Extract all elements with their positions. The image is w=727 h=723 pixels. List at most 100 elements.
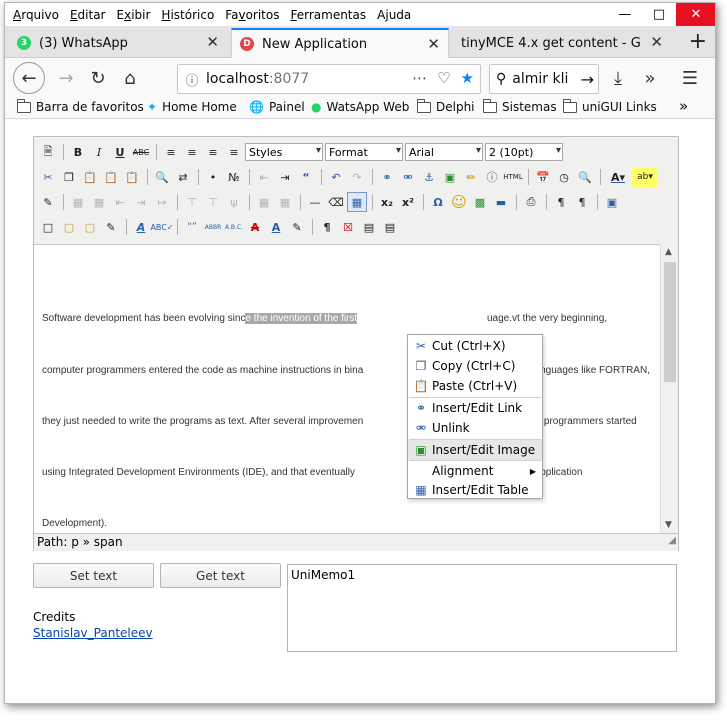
reload-icon[interactable]: ↻ <box>83 63 113 93</box>
html-source-icon[interactable]: HTML <box>503 167 523 187</box>
close-tab-icon[interactable]: ✕ <box>650 33 663 51</box>
insert-layer-icon[interactable]: □ <box>38 217 58 237</box>
remove-format-icon[interactable]: ⌫ <box>326 192 346 212</box>
nonbreaking-icon[interactable]: ☒ <box>338 217 358 237</box>
print-icon[interactable]: ⎙ <box>521 192 541 212</box>
insert-col-after-icon[interactable]: ⊤ <box>203 192 223 212</box>
insert-row-before-icon[interactable]: ⇤ <box>110 192 130 212</box>
overflow-chevron-icon[interactable]: » <box>635 63 665 93</box>
insert-col-before-icon[interactable]: ⊤ <box>182 192 202 212</box>
menu-ferramentas[interactable]: Ferramentas <box>290 8 366 22</box>
outdent-icon[interactable]: ⇤ <box>254 167 274 187</box>
forward-arrow-icon[interactable]: → <box>51 63 81 93</box>
bullet-list-icon[interactable]: • <box>203 167 223 187</box>
context-insert-link[interactable]: ⚭ Insert/Edit Link <box>408 398 542 418</box>
menu-editar[interactable]: Editar <box>70 8 106 22</box>
info-icon[interactable]: ⓘ <box>178 70 206 89</box>
url-bar[interactable]: ⓘ localhost:8077 ⋯ ♡ ★ <box>177 64 481 94</box>
insert-time-icon[interactable]: ◷ <box>554 167 574 187</box>
blockquote-icon[interactable]: “ <box>296 167 316 187</box>
preview-icon[interactable]: 🔍 <box>575 167 595 187</box>
context-paste[interactable]: 📋 Paste (Ctrl+V) <box>408 376 542 396</box>
scroll-up-icon[interactable]: ▲ <box>665 247 672 257</box>
bookmark-delphi[interactable]: Delphi <box>417 98 475 114</box>
delete-col-icon[interactable]: ψ <box>224 192 244 212</box>
link-icon[interactable]: ⚭ <box>377 167 397 187</box>
cut-icon[interactable]: ✂ <box>38 167 58 187</box>
context-cut[interactable]: ✂ Cut (Ctrl+X) <box>408 336 542 356</box>
paste-word-icon[interactable]: 📋 <box>122 167 142 187</box>
close-tab-icon[interactable]: ✕ <box>206 33 219 51</box>
align-left-icon[interactable]: ≡ <box>161 142 181 162</box>
pocket-icon[interactable]: ♡ <box>437 69 450 87</box>
visual-chars-icon[interactable]: ¶ <box>317 217 337 237</box>
search-bar[interactable]: ⚲ almir kli → <box>489 64 599 94</box>
resize-handle-icon[interactable]: ◢ <box>668 532 676 549</box>
hamburger-menu-icon[interactable]: ☰ <box>675 63 705 93</box>
scroll-down-icon[interactable]: ▼ <box>665 520 672 530</box>
minimize-icon[interactable]: — <box>609 3 641 26</box>
editor-scrollbar[interactable]: ▲ ▼ <box>660 244 678 533</box>
split-cells-icon[interactable]: ▦ <box>254 192 274 212</box>
align-right-icon[interactable]: ≡ <box>203 142 223 162</box>
emoticon-icon[interactable]: ☺ <box>449 192 469 212</box>
context-insert-table[interactable]: ▦ Insert/Edit Table <box>408 480 542 500</box>
paste-icon[interactable]: 📋 <box>80 167 100 187</box>
editor-content-area[interactable]: Software development has been evolving s… <box>34 244 660 533</box>
align-center-icon[interactable]: ≡ <box>182 142 202 162</box>
tab-new-application[interactable]: D New Application ✕ <box>231 28 449 58</box>
bookmark-home[interactable]: ✦ Home Home <box>147 100 237 114</box>
home-icon[interactable]: ⌂ <box>115 63 145 93</box>
fullscreen-icon[interactable]: ▣ <box>602 192 622 212</box>
move-backward-icon[interactable]: ▢ <box>80 217 100 237</box>
memo-textarea[interactable]: UniMemo1 <box>287 564 677 652</box>
context-insert-image[interactable]: ▣ Insert/Edit Image <box>408 440 542 460</box>
menu-exibir[interactable]: Exibir <box>117 8 151 22</box>
credits-link[interactable]: Stanislav_Panteleev <box>33 626 153 640</box>
bookmark-sistemas[interactable]: Sistemas <box>483 98 557 114</box>
bold-icon[interactable]: B <box>68 142 88 162</box>
redo-icon[interactable]: ↷ <box>347 167 367 187</box>
new-document-icon[interactable]: 🗎 <box>38 142 58 162</box>
subscript-icon[interactable]: x₂ <box>377 192 397 212</box>
absolute-icon[interactable]: ✎ <box>101 217 121 237</box>
bookmark-painel[interactable]: 🌐 Painel <box>249 100 305 114</box>
unlink-icon[interactable]: ⚮ <box>398 167 418 187</box>
underline-icon[interactable]: U <box>110 142 130 162</box>
indent-icon[interactable]: ⇥ <box>275 167 295 187</box>
context-alignment[interactable]: Alignment ▶ <box>408 461 542 481</box>
table-row-props-icon[interactable]: ▦ <box>68 192 88 212</box>
menu-ajuda[interactable]: Ajuda <box>377 8 411 22</box>
tab-whatsapp[interactable]: 3 (3) WhatsApp ✕ <box>9 28 227 58</box>
acronym-icon[interactable]: A.B.C. <box>224 217 244 237</box>
media-icon[interactable]: ▩ <box>470 192 490 212</box>
table-cell-props-icon[interactable]: ▦ <box>89 192 109 212</box>
bookmark-unigui-links[interactable]: uniGUI Links <box>563 98 657 114</box>
del-icon[interactable]: A <box>245 217 265 237</box>
menu-historico[interactable]: Histórico <box>161 8 214 22</box>
set-text-button[interactable]: Set text <box>33 563 154 588</box>
ltr-icon[interactable]: ¶ <box>551 192 571 212</box>
format-select[interactable]: Format <box>325 143 403 161</box>
styles-select[interactable]: Styles <box>245 143 323 161</box>
bookmark-watsapp-web[interactable]: ● WatsApp Web <box>311 100 409 114</box>
paste-text-icon[interactable]: 📋 <box>101 167 121 187</box>
cite-icon[interactable]: “” <box>182 217 202 237</box>
strikethrough-icon[interactable]: ABC <box>131 142 151 162</box>
bookmark-barra-de-favoritos[interactable]: Barra de favoritos <box>17 98 144 114</box>
horizontal-rule-icon[interactable]: — <box>305 192 325 212</box>
edit-css-icon[interactable]: ✎ <box>38 192 58 212</box>
bookmark-star-icon[interactable]: ★ <box>461 69 474 87</box>
align-justify-icon[interactable]: ≡ <box>224 142 244 162</box>
find-icon[interactable]: 🔍 <box>152 167 172 187</box>
menu-favoritos[interactable]: Favoritos <box>225 8 279 22</box>
get-text-button[interactable]: Get text <box>160 563 281 588</box>
replace-icon[interactable]: ⇄ <box>173 167 193 187</box>
italic-icon[interactable]: I <box>89 142 109 162</box>
download-icon[interactable]: ⤓ <box>603 63 633 93</box>
close-tab-icon[interactable]: ✕ <box>427 35 440 53</box>
ins-icon[interactable]: A <box>266 217 286 237</box>
undo-icon[interactable]: ↶ <box>326 167 346 187</box>
copy-icon[interactable]: ❐ <box>59 167 79 187</box>
superscript-icon[interactable]: x² <box>398 192 418 212</box>
